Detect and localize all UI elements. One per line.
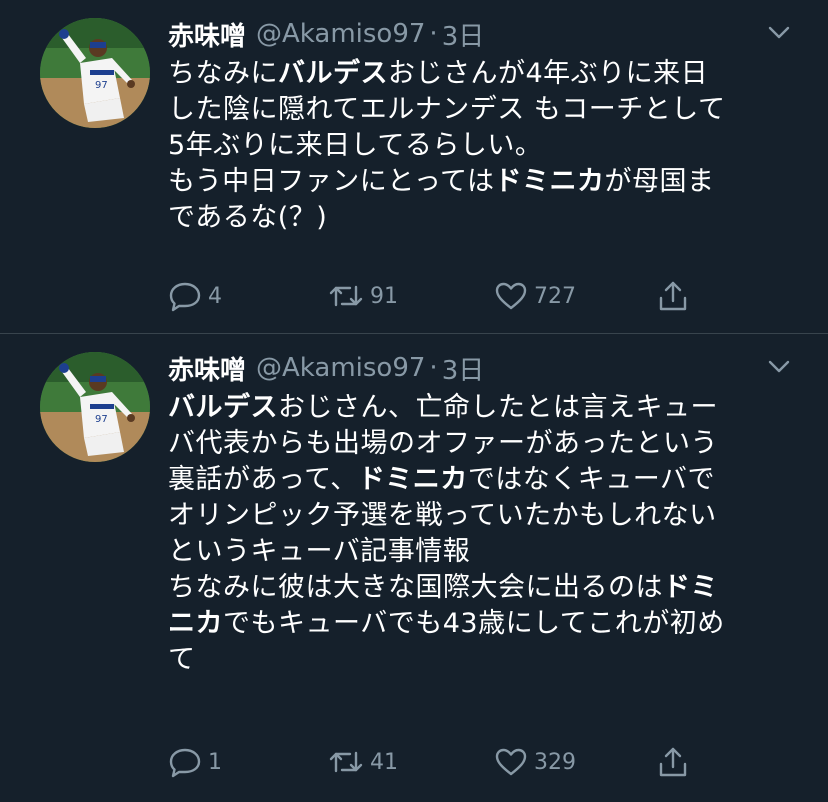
avatar-image: 97: [40, 18, 150, 128]
retweet-count: 41: [370, 749, 398, 775]
chevron-down-icon[interactable]: [766, 356, 792, 376]
like-icon: [494, 281, 528, 311]
text-segment: ではなくキューバで: [467, 464, 716, 495]
like-button[interactable]: 329: [494, 742, 576, 782]
tweet[interactable]: 97 赤味噌 @Akamiso97 · 3日 ちなみにバルデスおじさんが4年ぶり…: [0, 0, 828, 333]
share-button[interactable]: [656, 276, 690, 316]
retweet-icon: [328, 747, 364, 777]
text-segment: でもキューバでも43歳にしてこれが初め: [223, 608, 725, 639]
svg-text:97: 97: [95, 414, 108, 425]
tweet-text-line: ニカでもキューバでも43歳にしてこれが初め: [168, 606, 798, 642]
tweet-text-line: バ代表からも出場のオファーがあったという: [168, 426, 798, 462]
tweet-text-line: もう中日ファンにとってはドミニカが母国ま: [168, 164, 798, 200]
separator-dot: ·: [429, 19, 438, 49]
reply-icon: [168, 280, 202, 312]
tweet-text-line: ちなみに彼は大きな国際大会に出るのはドミ: [168, 570, 798, 606]
tweet-text: ちなみにバルデスおじさんが4年ぶりに来日 した陰に隠れてエルナンデス もコーチとし…: [168, 56, 798, 236]
tweet-timestamp[interactable]: 3日: [442, 16, 485, 53]
share-button[interactable]: [656, 742, 690, 782]
text-segment: であるな(？): [168, 202, 328, 233]
like-count: 727: [534, 283, 576, 309]
avatar-image: 97: [40, 352, 150, 462]
tweet-text-line: した陰に隠れてエルナンデス もコーチとして: [168, 92, 798, 128]
text-segment: もう中日ファンにとっては: [168, 166, 495, 197]
tweet-text-line: というキューバ記事情報: [168, 534, 798, 570]
tweet-text-line: て: [168, 642, 798, 678]
reply-count: 4: [208, 283, 222, 309]
tweet-text-line: オリンピック予選を戦っていたかもしれない: [168, 498, 798, 534]
text-segment: おじさん、亡命したとは言えキュー: [278, 392, 718, 423]
chevron-down-icon[interactable]: [766, 22, 792, 42]
text-segment: て: [168, 644, 196, 675]
reply-icon: [168, 746, 202, 778]
text-segment: 裏話があって、: [168, 464, 358, 495]
tweet-actions: 4 91 727: [168, 276, 728, 316]
like-icon: [494, 747, 528, 777]
reply-button[interactable]: 1: [168, 742, 222, 782]
avatar[interactable]: 97: [40, 18, 150, 128]
text-segment: が母国ま: [604, 166, 715, 197]
text-segment: おじさんが4年ぶりに来日: [388, 58, 709, 89]
text-segment: ちなみに: [168, 58, 278, 89]
tweet[interactable]: 97 赤味噌 @Akamiso97 · 3日 バルデスおじさん、亡命したとは言え…: [0, 334, 828, 802]
tweet-text-line: バルデスおじさん、亡命したとは言えキュー: [168, 390, 798, 426]
author-name[interactable]: 赤味噌: [168, 16, 246, 53]
highlighted-keyword: ドミ: [663, 572, 718, 603]
tweet-header: 赤味噌 @Akamiso97 · 3日: [168, 348, 484, 388]
tweet-text-line: 裏話があって、ドミニカではなくキューバで: [168, 462, 798, 498]
tweet-text-line: であるな(？): [168, 200, 798, 236]
like-button[interactable]: 727: [494, 276, 576, 316]
retweet-button[interactable]: 41: [328, 742, 398, 782]
retweet-count: 91: [370, 283, 398, 309]
tweet-text-line: ちなみにバルデスおじさんが4年ぶりに来日: [168, 56, 798, 92]
reply-button[interactable]: 4: [168, 276, 222, 316]
tweet-text-line: 5年ぶりに来日してるらしい。: [168, 128, 798, 164]
like-count: 329: [534, 749, 576, 775]
retweet-button[interactable]: 91: [328, 276, 398, 316]
share-icon: [656, 279, 690, 313]
author-name[interactable]: 赤味噌: [168, 350, 246, 387]
text-segment: した陰に隠れてエルナンデス もコーチとして: [168, 94, 726, 125]
text-segment: というキューバ記事情報: [168, 536, 471, 567]
author-handle[interactable]: @Akamiso97: [256, 19, 425, 49]
share-icon: [656, 745, 690, 779]
tweet-header: 赤味噌 @Akamiso97 · 3日: [168, 14, 484, 54]
highlighted-keyword: ニカ: [168, 608, 223, 639]
highlighted-keyword: バルデス: [168, 392, 278, 423]
text-segment: バ代表からも出場のオファーがあったという: [168, 428, 718, 459]
author-handle[interactable]: @Akamiso97: [256, 353, 425, 383]
tweet-text: バルデスおじさん、亡命したとは言えキュー バ代表からも出場のオファーがあったという…: [168, 390, 798, 678]
reply-count: 1: [208, 749, 222, 775]
highlighted-keyword: ドミニカ: [494, 166, 605, 197]
highlighted-keyword: ドミニカ: [357, 464, 468, 495]
text-segment: オリンピック予選を戦っていたかもしれない: [168, 500, 717, 531]
svg-text:97: 97: [95, 80, 108, 91]
avatar[interactable]: 97: [40, 352, 150, 462]
highlighted-keyword: バルデス: [278, 58, 388, 89]
retweet-icon: [328, 281, 364, 311]
text-segment: ちなみに彼は大きな国際大会に出るのは: [168, 572, 663, 603]
text-segment: 5年ぶりに来日してるらしい。: [168, 130, 543, 161]
tweet-timestamp[interactable]: 3日: [442, 350, 485, 387]
tweet-actions: 1 41 329: [168, 742, 728, 782]
separator-dot: ·: [429, 353, 438, 383]
